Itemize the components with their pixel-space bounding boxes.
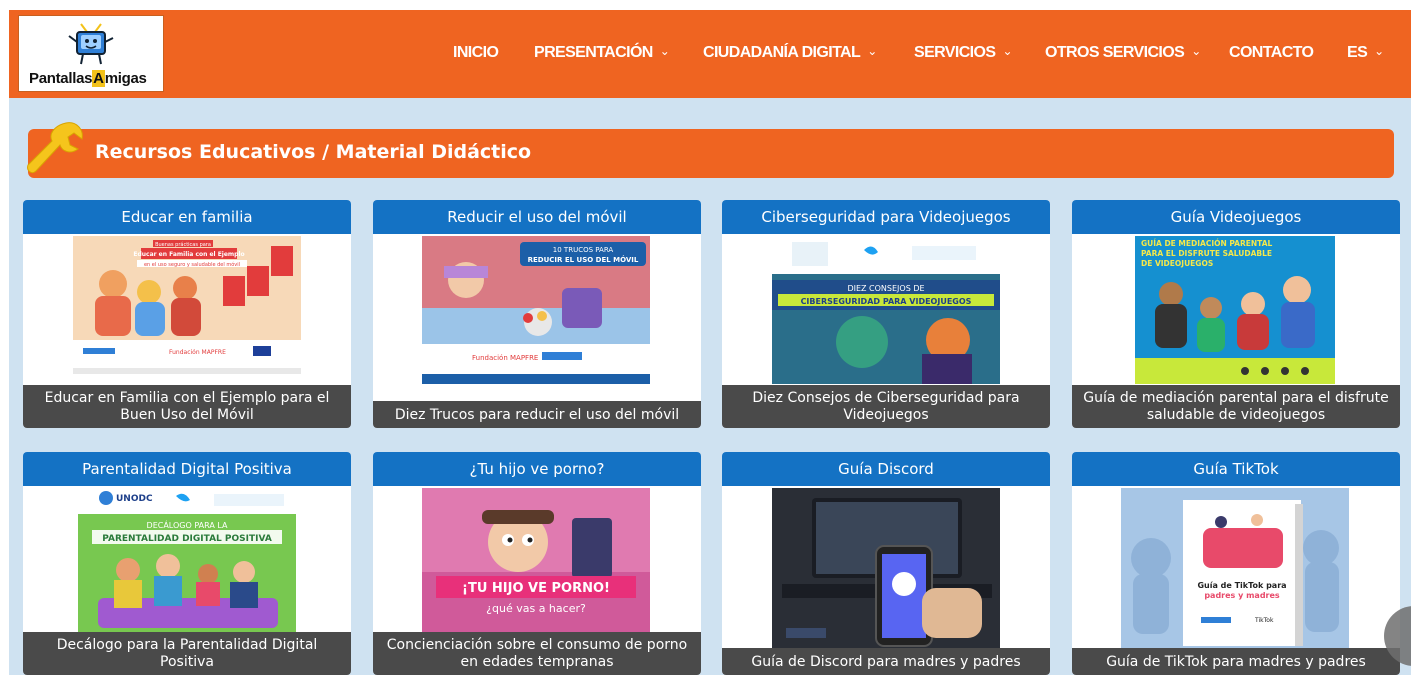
card-title[interactable]: ¿Tu hijo ve porno?: [373, 452, 701, 486]
card-caption[interactable]: Diez Trucos para reducir el uso del móvi…: [373, 401, 701, 428]
chevron-down-icon: ⌄: [867, 44, 877, 58]
svg-text:CIBERSEGURIDAD PARA VIDEOJUEGO: CIBERSEGURIDAD PARA VIDEOJUEGOS: [801, 297, 972, 306]
resource-card-educar-familia[interactable]: Educar en familia Buenas prácticas para …: [23, 200, 351, 428]
card-title[interactable]: Educar en familia: [23, 200, 351, 234]
top-navbar: PantallasAmigas INICIO PRESENTACIÓN ⌄ CIU…: [9, 10, 1411, 98]
site-logo[interactable]: PantallasAmigas: [18, 15, 164, 92]
svg-text:UNODC: UNODC: [116, 494, 153, 504]
svg-text:en el uso seguro y saludable d: en el uso seguro y saludable del móvil: [144, 261, 240, 268]
svg-text:DECÁLOGO PARA LA: DECÁLOGO PARA LA: [147, 519, 228, 530]
card-caption[interactable]: Guía de Discord para madres y padres: [722, 648, 1050, 675]
card-title[interactable]: Guía Videojuegos: [1072, 200, 1400, 234]
svg-text:Fundación MAPFRE: Fundación MAPFRE: [169, 349, 226, 356]
card-caption[interactable]: Concienciación sobre el consumo de porno…: [373, 632, 701, 675]
svg-text:Guía de TikTok para: Guía de TikTok para: [1197, 581, 1286, 590]
svg-text:Fundación MAPFRE: Fundación MAPFRE: [472, 354, 538, 362]
nav-item-contacto[interactable]: CONTACTO: [1229, 44, 1314, 62]
chevron-down-icon: ⌄: [659, 44, 670, 58]
logo-text: PantallasAmigas: [29, 70, 147, 87]
svg-text:PARA EL DISFRUTE SALUDABLE: PARA EL DISFRUTE SALUDABLE: [1141, 249, 1272, 258]
wrench-icon: [27, 122, 83, 174]
svg-text:REDUCIR EL USO DEL MÓVIL: REDUCIR EL USO DEL MÓVIL: [528, 255, 639, 264]
chevron-down-icon: ⌄: [1002, 44, 1012, 58]
svg-text:¡TU HIJO VE PORNO!: ¡TU HIJO VE PORNO!: [462, 581, 610, 596]
tv-mascot-icon: [68, 23, 114, 65]
card-caption[interactable]: Educar en Familia con el Ejemplo para el…: [23, 385, 351, 428]
nav-item-presentacion[interactable]: PRESENTACIÓN ⌄: [534, 44, 670, 62]
resource-card-hijo-porno[interactable]: ¿Tu hijo ve porno? ¡TU HIJO VE PORNO! ¿q…: [373, 452, 701, 675]
chevron-down-icon: ⌄: [1191, 44, 1201, 58]
nav-item-servicios[interactable]: SERVICIOS ⌄: [914, 44, 1013, 62]
resource-card-ciberseguridad[interactable]: Ciberseguridad para Videojuegos DIEZ CON…: [722, 200, 1050, 428]
resource-card-guia-videojuegos[interactable]: Guía Videojuegos GUÍA DE MEDIACIÓN PAREN…: [1072, 200, 1400, 428]
card-thumbnail[interactable]: ¡TU HIJO VE PORNO! ¿qué vas a hacer?: [422, 488, 650, 636]
card-thumbnail[interactable]: 10 TRUCOS PARA REDUCIR EL USO DEL MÓVIL …: [422, 236, 650, 384]
svg-text:10 TRUCOS PARA: 10 TRUCOS PARA: [553, 246, 614, 254]
resource-card-guia-discord[interactable]: Guía Discord Guía de Discord para madres…: [722, 452, 1050, 675]
card-thumbnail[interactable]: Buenas prácticas para Educar en Familia …: [73, 236, 301, 384]
card-caption[interactable]: Guía de TikTok para madres y padres: [1072, 648, 1400, 675]
card-title[interactable]: Guía TikTok: [1072, 452, 1400, 486]
svg-text:padres y madres: padres y madres: [1204, 591, 1280, 600]
chevron-down-icon: ⌄: [1374, 44, 1384, 58]
section-title: Recursos Educativos / Material Didáctico: [95, 141, 532, 163]
card-caption[interactable]: Guía de mediación parental para el disfr…: [1072, 385, 1400, 428]
card-thumbnail[interactable]: GUÍA DE MEDIACIÓN PARENTAL PARA EL DISFR…: [1135, 236, 1335, 384]
svg-text:GUÍA DE MEDIACIÓN PARENTAL: GUÍA DE MEDIACIÓN PARENTAL: [1141, 239, 1273, 248]
svg-text:Educar en Familia con el Ejemp: Educar en Familia con el Ejemplo: [133, 251, 244, 258]
svg-text:¿qué vas a hacer?: ¿qué vas a hacer?: [486, 602, 586, 615]
resource-card-parentalidad[interactable]: Parentalidad Digital Positiva UNODC DECÁ…: [23, 452, 351, 675]
svg-text:DE VIDEOJUEGOS: DE VIDEOJUEGOS: [1141, 259, 1213, 268]
card-thumbnail[interactable]: [772, 488, 1000, 650]
resource-card-guia-tiktok[interactable]: Guía TikTok Guía de TikTok para padres y…: [1072, 452, 1400, 675]
resource-card-reducir-movil[interactable]: Reducir el uso del móvil 10 TRUCOS PARA …: [373, 200, 701, 428]
svg-text:PARENTALIDAD DIGITAL POSITIVA: PARENTALIDAD DIGITAL POSITIVA: [102, 534, 272, 544]
nav-item-inicio[interactable]: INICIO: [453, 44, 499, 62]
card-caption[interactable]: Decálogo para la Parentalidad Digital Po…: [23, 632, 351, 675]
nav-item-ciudadania-digital[interactable]: CIUDADANÍA DIGITAL ⌄: [703, 44, 877, 62]
svg-text:TikTok: TikTok: [1254, 617, 1274, 624]
card-title[interactable]: Ciberseguridad para Videojuegos: [722, 200, 1050, 234]
nav-item-otros-servicios[interactable]: OTROS SERVICIOS ⌄: [1045, 44, 1201, 62]
card-title[interactable]: Parentalidad Digital Positiva: [23, 452, 351, 486]
card-thumbnail[interactable]: UNODC DECÁLOGO PARA LA PARENTALIDAD DIGI…: [78, 488, 296, 636]
card-title[interactable]: Guía Discord: [722, 452, 1050, 486]
svg-text:DIEZ CONSEJOS DE: DIEZ CONSEJOS DE: [847, 284, 924, 293]
svg-text:Buenas prácticas para: Buenas prácticas para: [155, 241, 211, 248]
card-title[interactable]: Reducir el uso del móvil: [373, 200, 701, 234]
card-thumbnail[interactable]: DIEZ CONSEJOS DE CIBERSEGURIDAD PARA VID…: [772, 236, 1000, 384]
card-caption[interactable]: Diez Consejos de Ciberseguridad para Vid…: [722, 385, 1050, 428]
language-selector[interactable]: ES ⌄: [1347, 44, 1384, 62]
card-thumbnail[interactable]: Guía de TikTok para padres y madres TikT…: [1121, 488, 1349, 650]
